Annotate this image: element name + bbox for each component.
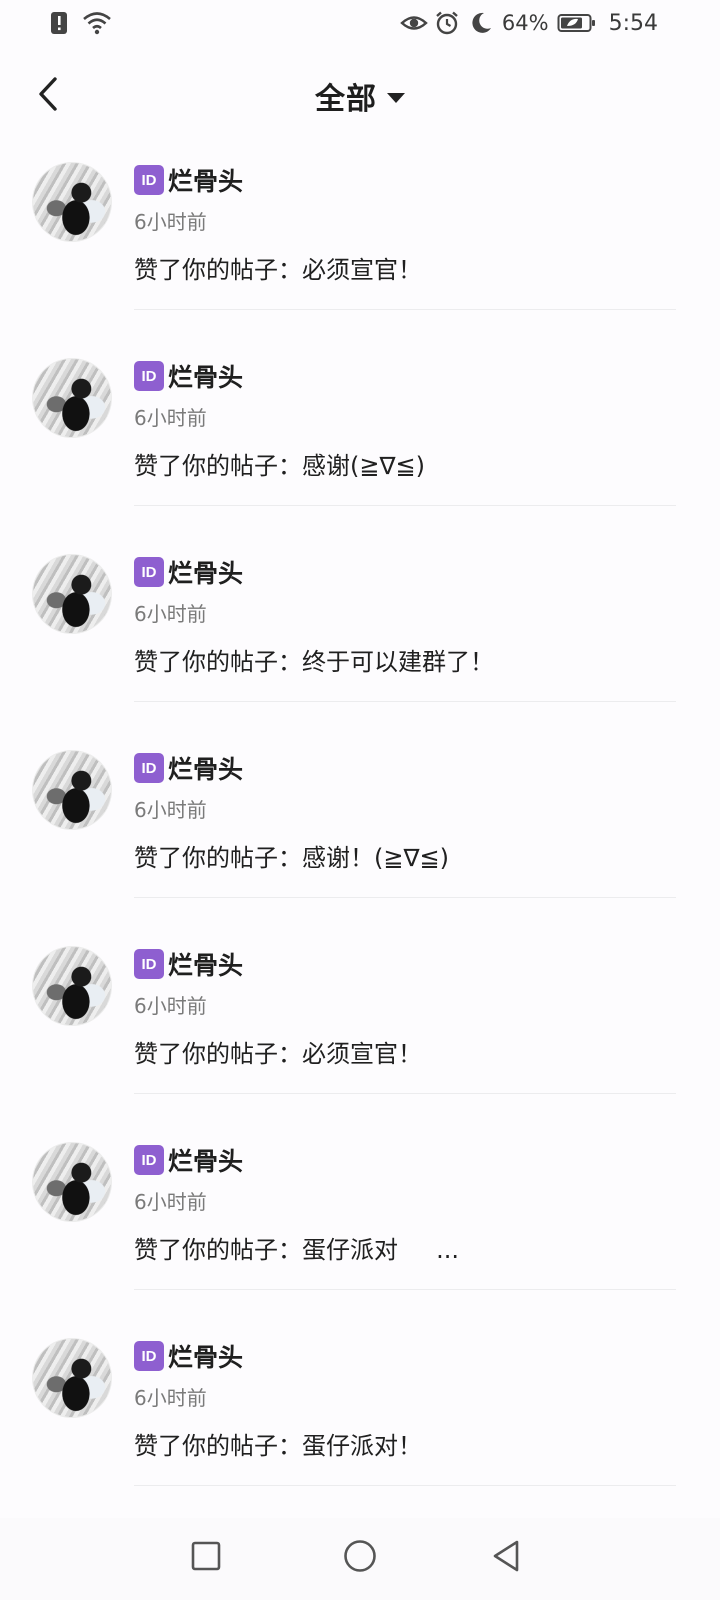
eye-icon xyxy=(400,10,428,36)
list-item[interactable]: ID 烂骨头 6小时前 赞了你的帖子：必须宣官！ xyxy=(0,152,720,348)
user-name[interactable]: 烂骨头 xyxy=(168,946,243,982)
avatar[interactable] xyxy=(32,750,112,830)
timestamp: 6小时前 xyxy=(134,994,207,1018)
avatar[interactable] xyxy=(32,358,112,438)
name-row: ID 烂骨头 xyxy=(134,554,676,590)
id-badge: ID xyxy=(134,1341,164,1371)
id-badge: ID xyxy=(134,165,164,195)
user-name[interactable]: 烂骨头 xyxy=(168,162,243,198)
divider xyxy=(134,1093,676,1094)
user-name[interactable]: 烂骨头 xyxy=(168,1142,243,1178)
status-bar: 64% 5:54 xyxy=(0,0,720,48)
screen: 64% 5:54 全部 ID 烂骨头 6小时前 赞了你的帖子：必须宣官！ ID … xyxy=(0,0,720,1600)
list-item[interactable]: ID 烂骨头 6小时前 赞了你的帖子：感谢(≧∇≦) xyxy=(0,348,720,544)
home-button[interactable] xyxy=(336,1534,384,1582)
battery-percent: 64% xyxy=(501,11,549,35)
timestamp: 6小时前 xyxy=(134,602,207,626)
timestamp: 6小时前 xyxy=(134,798,207,822)
list-item-body: ID 烂骨头 6小时前 赞了你的帖子：终于可以建群了！ xyxy=(134,554,676,676)
system-nav-bar xyxy=(0,1518,720,1600)
name-row: ID 烂骨头 xyxy=(134,1142,676,1178)
notification-message: 赞了你的帖子：终于可以建群了！ xyxy=(134,648,494,676)
divider xyxy=(134,897,676,898)
filter-dropdown[interactable]: 全部 xyxy=(315,74,405,118)
filter-label: 全部 xyxy=(315,82,377,117)
list-item[interactable]: ID 烂骨头 6小时前 赞了你的帖子：必须宣官！ xyxy=(0,936,720,1132)
caret-down-icon xyxy=(387,92,405,103)
notification-message: 赞了你的帖子：必须宣官！ xyxy=(134,1040,422,1068)
avatar[interactable] xyxy=(32,946,112,1026)
divider xyxy=(134,1289,676,1290)
battery-icon xyxy=(557,10,597,36)
divider xyxy=(134,309,676,310)
name-row: ID 烂骨头 xyxy=(134,946,676,982)
user-name[interactable]: 烂骨头 xyxy=(168,750,243,786)
system-back-button[interactable] xyxy=(482,1534,530,1582)
name-row: ID 烂骨头 xyxy=(134,1338,676,1374)
header: 全部 xyxy=(0,60,720,136)
list-item-body: ID 烂骨头 6小时前 赞了你的帖子：蛋仔派对！ xyxy=(134,1338,676,1460)
timestamp: 6小时前 xyxy=(134,210,207,234)
triangle-back-icon xyxy=(490,1539,522,1577)
alert-icon xyxy=(48,10,74,36)
avatar[interactable] xyxy=(32,554,112,634)
back-button[interactable] xyxy=(24,72,72,120)
notification-message: 赞了你的帖子：蛋仔派对 ... xyxy=(134,1236,460,1264)
name-row: ID 烂骨头 xyxy=(134,750,676,786)
list-item[interactable]: ID 烂骨头 6小时前 赞了你的帖子：终于可以建群了！ xyxy=(0,544,720,740)
moon-icon xyxy=(468,10,494,36)
list-item[interactable]: ID 烂骨头 6小时前 赞了你的帖子：感谢！(≧∇≦) xyxy=(0,740,720,936)
list-item-body: ID 烂骨头 6小时前 赞了你的帖子：感谢(≧∇≦) xyxy=(134,358,676,480)
divider xyxy=(134,701,676,702)
square-icon xyxy=(190,1540,222,1576)
timestamp: 6小时前 xyxy=(134,406,207,430)
chevron-left-icon xyxy=(36,76,60,116)
user-name[interactable]: 烂骨头 xyxy=(168,554,243,590)
list-item[interactable]: ID 烂骨头 6小时前 赞了你的帖子：蛋仔派对！ xyxy=(0,1328,720,1524)
list-item-body: ID 烂骨头 6小时前 赞了你的帖子：蛋仔派对 ... xyxy=(134,1142,676,1264)
status-left xyxy=(48,10,111,36)
id-badge: ID xyxy=(134,753,164,783)
status-time: 5:54 xyxy=(608,10,658,36)
id-badge: ID xyxy=(134,557,164,587)
circle-icon xyxy=(343,1539,377,1577)
divider xyxy=(134,1485,676,1486)
notification-list: ID 烂骨头 6小时前 赞了你的帖子：必须宣官！ ID 烂骨头 6小时前 赞了你… xyxy=(0,152,720,1524)
notification-message: 赞了你的帖子：感谢！(≧∇≦) xyxy=(134,844,449,872)
id-badge: ID xyxy=(134,949,164,979)
list-item[interactable]: ID 烂骨头 6小时前 赞了你的帖子：蛋仔派对 ... xyxy=(0,1132,720,1328)
timestamp: 6小时前 xyxy=(134,1190,207,1214)
user-name[interactable]: 烂骨头 xyxy=(168,1338,243,1374)
notification-message: 赞了你的帖子：必须宣官！ xyxy=(134,256,422,284)
recents-button[interactable] xyxy=(182,1534,230,1582)
avatar[interactable] xyxy=(32,1142,112,1222)
timestamp: 6小时前 xyxy=(134,1386,207,1410)
wifi-icon xyxy=(82,10,111,36)
user-name[interactable]: 烂骨头 xyxy=(168,358,243,394)
list-item-body: ID 烂骨头 6小时前 赞了你的帖子：感谢！(≧∇≦) xyxy=(134,750,676,872)
list-item-body: ID 烂骨头 6小时前 赞了你的帖子：必须宣官！ xyxy=(134,162,676,284)
name-row: ID 烂骨头 xyxy=(134,162,676,198)
status-right: 64% 5:54 xyxy=(400,10,658,36)
notification-message: 赞了你的帖子：蛋仔派对！ xyxy=(134,1432,422,1460)
list-item-body: ID 烂骨头 6小时前 赞了你的帖子：必须宣官！ xyxy=(134,946,676,1068)
name-row: ID 烂骨头 xyxy=(134,358,676,394)
avatar[interactable] xyxy=(32,162,112,242)
id-badge: ID xyxy=(134,361,164,391)
id-badge: ID xyxy=(134,1145,164,1175)
avatar[interactable] xyxy=(32,1338,112,1418)
alarm-icon xyxy=(434,10,460,36)
divider xyxy=(134,505,676,506)
notification-message: 赞了你的帖子：感谢(≧∇≦) xyxy=(134,452,425,480)
